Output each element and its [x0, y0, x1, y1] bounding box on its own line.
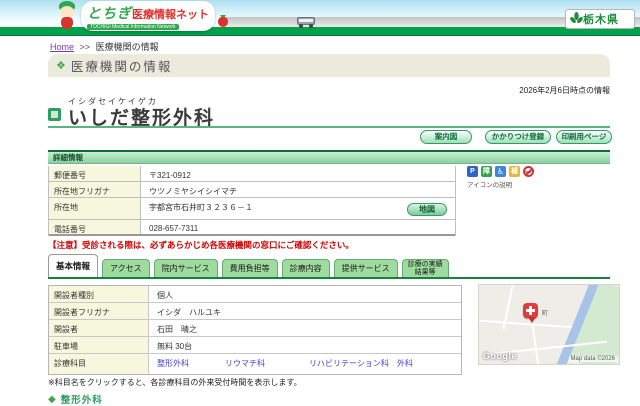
row-value: 個人 [149, 286, 461, 302]
title-underline [48, 126, 610, 128]
map-copyright: Map data ©2026 [568, 356, 617, 362]
tab-medical-content[interactable]: 診療内容 [281, 259, 330, 278]
facility-square-icon [48, 108, 61, 121]
map-button[interactable]: 地図 [407, 203, 447, 216]
table-row: 電話番号 028-657-7311 [49, 220, 455, 236]
row-value: 028-657-7311 [141, 220, 455, 234]
tab-access[interactable]: アクセス [102, 259, 150, 278]
row-value: 石田 晴之 [149, 320, 461, 336]
tab-provided-services[interactable]: 提供サービス [333, 259, 398, 278]
footnote-text: ※科目名をクリックすると、各診療科目の外来受付時間を表示します。 [48, 378, 302, 387]
facility-feature-icons: P 障 ♿ 補 [467, 166, 534, 177]
table-row: 駐車場 無料 30台 [49, 337, 461, 354]
row-label: 駐車場 [49, 337, 149, 353]
section-header: ❖ 医療機関の情報 [48, 54, 610, 77]
table-row: 郵便番号 〒321-0912 [49, 166, 455, 182]
row-value: イシダ ハルユキ [149, 303, 461, 319]
table-row: 所在地フリガナ ウツノミヤシイシイマチ [49, 182, 455, 198]
breadcrumb-home-link[interactable]: Home [50, 42, 74, 52]
row-label: 電話番号 [49, 220, 141, 234]
row-value: ウツノミヤシイシイマチ [141, 182, 455, 197]
section-title: 医療機関の情報 [70, 60, 173, 74]
department-link-surgery[interactable]: 外科 [397, 358, 413, 374]
strawberry-icon [218, 15, 228, 27]
tab-bar: 基本情報 アクセス 院内サービス 費用負担等 診療内容 提供サービス 診療の実績… [48, 253, 449, 278]
map-thumbnail[interactable]: 町 Google Map data ©2026 [478, 284, 620, 365]
tab-results-line1: 診療の実績 [407, 260, 443, 268]
no-smoking-icon [523, 166, 534, 177]
row-label: 郵便番号 [49, 166, 141, 181]
department-link-rehabilitation[interactable]: リハビリテーション科 [309, 358, 389, 374]
prefecture-name: 栃木県 [583, 14, 619, 26]
prefecture-badge[interactable]: 栃木県 [565, 9, 635, 29]
department-link-rheumatology[interactable]: リウマチ科 [225, 358, 265, 374]
table-row: 開設者種別 個人 [49, 286, 461, 303]
bottom-section-header: ◆ 整形外科 [48, 392, 103, 406]
basic-info-table: 開設者種別 個人 開設者フリガナ イシダ ハルユキ 開設者 石田 晴之 駐車場 … [48, 285, 462, 375]
table-row: 開設者フリガナ イシダ ハルユキ [49, 303, 461, 320]
bottom-section-title: 整形外科 [60, 395, 103, 406]
row-value: 宇都宮市石井町３２３６－１ 地図 [141, 198, 455, 219]
logo-text-box: とちぎ医療情報ネット TOCHIGI Medical Information N… [81, 1, 215, 31]
family-doctor-register-button[interactable]: かかりつけ登録 [485, 130, 551, 144]
row-label: 診療科目 [49, 354, 149, 374]
row-value: 無料 30台 [149, 337, 461, 353]
tab-results-line2: 結果等 [414, 269, 436, 276]
table-row: 所在地 宇都宮市石井町３２３６－１ 地図 [49, 198, 455, 220]
logo-subtitle: TOCHIGI Medical Information Network [87, 24, 179, 30]
row-label: 開設者 [49, 320, 149, 336]
breadcrumb: Home >> 医療機関の情報 [50, 40, 159, 53]
wheelchair-icon: ♿ [495, 166, 506, 177]
map-marker-label: 町 [542, 311, 549, 317]
tab-costs[interactable]: 費用負担等 [221, 259, 278, 278]
breadcrumb-separator: >> [79, 42, 91, 52]
tab-basic-info[interactable]: 基本情報 [48, 254, 99, 278]
details-table: 郵便番号 〒321-0912 所在地フリガナ ウツノミヤシイシイマチ 所在地 宇… [48, 166, 456, 236]
breadcrumb-current: 医療機関の情報 [95, 42, 159, 52]
table-row: 開設者 石田 晴之 [49, 320, 461, 337]
details-header: 詳細情報 [48, 150, 610, 164]
google-watermark: Google [483, 351, 517, 361]
logo-title-main: とちぎ [87, 5, 132, 21]
tab-in-hospital-services[interactable]: 院内サービス [153, 259, 218, 278]
tochigi-leaf-icon [570, 12, 583, 24]
map-road [479, 319, 574, 329]
bus-icon [297, 17, 315, 28]
department-links: 整形外科 リウマチ科 リハビリテーション科 外科 [149, 354, 461, 374]
row-label: 開設者フリガナ [49, 303, 149, 319]
print-page-button[interactable]: 印刷用ページ [556, 130, 612, 144]
guide-map-button[interactable]: 案内図 [420, 130, 472, 144]
mascot-icon [55, 1, 79, 33]
icon-legend-link[interactable]: アイコンの説明 [467, 179, 512, 189]
site-logo[interactable]: とちぎ医療情報ネット TOCHIGI Medical Information N… [55, 1, 240, 35]
tab-underline [48, 277, 610, 279]
diamond-icon: ❖ [56, 60, 66, 72]
map-marker-tip [528, 317, 536, 323]
table-row: 診療科目 整形外科 リウマチ科 リハビリテーション科 外科 [49, 354, 461, 374]
notice-text: 【注意】受診される際は、必ずあらかじめ各医療機関の窓口にご確認ください。 [48, 240, 354, 250]
department-link-orthopedics[interactable]: 整形外科 [157, 358, 189, 374]
row-label: 所在地フリガナ [49, 182, 141, 197]
row-label: 所在地 [49, 198, 141, 219]
map-marker-icon[interactable] [523, 303, 538, 318]
row-value: 〒321-0912 [141, 166, 455, 181]
support-icon: 補 [509, 166, 520, 177]
barrier-free-icon: 障 [481, 166, 492, 177]
address-text: 宇都宮市石井町３２３６－１ [149, 203, 253, 212]
info-date: 2026年2月6日時点の情報 [519, 86, 610, 95]
tab-results[interactable]: 診療の実績 結果等 [401, 259, 449, 278]
logo-title-rest: 医療情報ネット [132, 9, 209, 21]
parking-icon: P [467, 166, 478, 177]
row-label: 開設者種別 [49, 286, 149, 302]
diamond-icon: ◆ [48, 393, 56, 405]
